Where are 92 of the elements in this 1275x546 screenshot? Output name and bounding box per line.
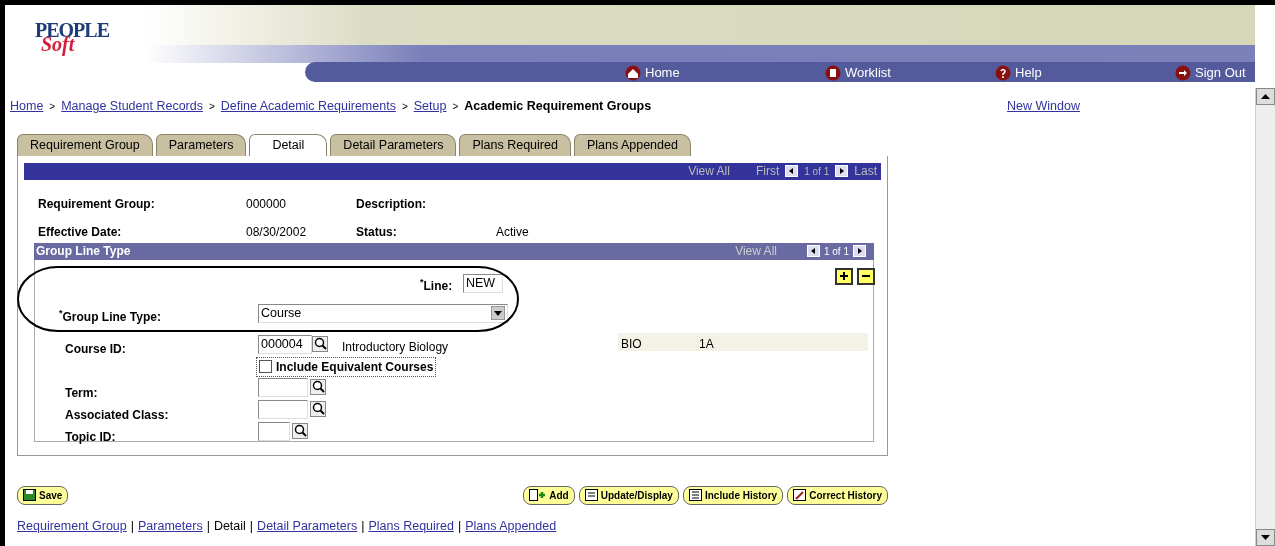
home-icon [625, 64, 641, 81]
view-all-link[interactable]: View All [688, 162, 730, 180]
field-label: Course ID: [65, 340, 126, 358]
field-label: Topic ID: [65, 428, 116, 446]
link-separator: | [361, 518, 365, 533]
field-value: 000000 [246, 195, 288, 213]
term-field[interactable] [258, 377, 308, 397]
delete-row-button[interactable] [857, 267, 875, 285]
breadcrumb-link[interactable]: Setup [413, 97, 447, 116]
tab[interactable]: Detail [249, 133, 328, 156]
breadcrumb-current: Academic Requirement Groups [464, 98, 652, 115]
previous-icon[interactable] [806, 245, 820, 257]
action-button[interactable]: Add [523, 485, 575, 505]
action-button[interactable]: Include History [682, 485, 784, 505]
document-icon [688, 489, 702, 501]
add-row-button[interactable] [835, 267, 853, 285]
breadcrumb-separator: > [452, 99, 459, 114]
save-icon [23, 489, 36, 501]
search-icon [311, 402, 325, 415]
scroll-up-icon[interactable] [1261, 94, 1270, 99]
action-button[interactable]: Update/Display [578, 485, 679, 505]
action-button[interactable]: Correct History [787, 485, 888, 505]
field-label: Requirement Group: [38, 195, 156, 213]
search-icon [313, 337, 327, 350]
next-icon[interactable] [853, 245, 866, 257]
search-icon [311, 380, 325, 393]
breadcrumb-link[interactable]: Home [10, 97, 44, 116]
field-label: Description: [356, 195, 427, 213]
subject-text: BIO [621, 335, 642, 353]
footer-link[interactable]: Plans Required [368, 518, 454, 533]
tab[interactable]: Plans Appended [573, 133, 691, 156]
footer-link[interactable]: Plans Appended [465, 518, 557, 533]
tab[interactable]: Parameters [155, 133, 247, 156]
course-id-field[interactable]: 000004 [258, 334, 312, 354]
footer-link[interactable]: Parameters [138, 518, 203, 533]
next-icon[interactable] [835, 165, 849, 177]
page-count: 1 of 1 [804, 164, 830, 179]
scroll-down-icon[interactable] [1261, 535, 1270, 540]
breadcrumb-separator: > [49, 99, 56, 114]
save-button[interactable]: Save [17, 485, 69, 505]
search-icon [293, 424, 307, 437]
tab[interactable]: Detail Parameters [330, 133, 457, 156]
line-field[interactable]: NEW [463, 273, 503, 293]
field-value: 08/30/2002 [246, 223, 308, 241]
topic-field[interactable] [258, 421, 290, 441]
class-field[interactable] [258, 399, 308, 419]
lookup-button[interactable] [292, 422, 308, 439]
tab[interactable]: Requirement Group [17, 133, 153, 156]
edit-icon [793, 489, 807, 501]
breadcrumb-link[interactable]: Manage Student Records [61, 97, 203, 116]
previous-icon[interactable] [785, 165, 799, 177]
checkbox-label[interactable]: Include Equivalent Courses [256, 356, 437, 377]
page-count: 1 of 1 [823, 244, 849, 259]
link-separator: | [206, 518, 210, 533]
field-label: $^{*}$Group Line Type: [59, 307, 161, 326]
help-icon [995, 64, 1011, 81]
plus-icon [839, 271, 849, 281]
link-separator: | [249, 518, 254, 533]
checkbox[interactable] [259, 360, 272, 373]
nav-link[interactable]: Worklist [825, 63, 891, 83]
breadcrumb-link[interactable]: Define Academic Requirements [220, 97, 396, 116]
footer-link[interactable]: Detail Parameters [257, 518, 358, 533]
catalog-text: 1A [699, 335, 714, 353]
list-icon [825, 64, 841, 81]
lookup-button[interactable] [310, 400, 326, 417]
nav-link[interactable]: Home [625, 63, 680, 83]
breadcrumb-separator: > [401, 99, 408, 114]
link-separator: | [457, 518, 462, 533]
nav-link[interactable]: Sign Out [1175, 63, 1246, 83]
link-separator: | [130, 518, 135, 533]
footer-current: Detail [213, 518, 246, 533]
nav-link[interactable]: Help [995, 63, 1042, 83]
breadcrumb-separator: > [208, 99, 215, 114]
document-icon [584, 489, 598, 501]
field-label: $^{*}$Line: [420, 276, 453, 295]
lookup-button[interactable] [310, 378, 326, 395]
footer-link[interactable]: Requirement Group [17, 518, 127, 533]
field-label: Status: [356, 223, 398, 241]
first-link[interactable]: First [755, 162, 780, 180]
field-label: Effective Date: [38, 223, 123, 241]
tab[interactable]: Plans Required [459, 133, 571, 156]
add-icon [529, 489, 547, 501]
field-label: Term: [65, 384, 98, 402]
lookup-button[interactable] [312, 335, 328, 352]
section-title: Group Line Type [36, 243, 131, 260]
caret-icon [491, 306, 505, 320]
dropdown[interactable]: Course [258, 303, 508, 323]
field-label: Associated Class: [65, 406, 169, 424]
last-link[interactable]: Last [854, 162, 877, 180]
course-title: Introductory Biology [342, 338, 449, 356]
field-value: Active [496, 223, 530, 241]
new-window-link[interactable]: New Window [1007, 97, 1080, 116]
